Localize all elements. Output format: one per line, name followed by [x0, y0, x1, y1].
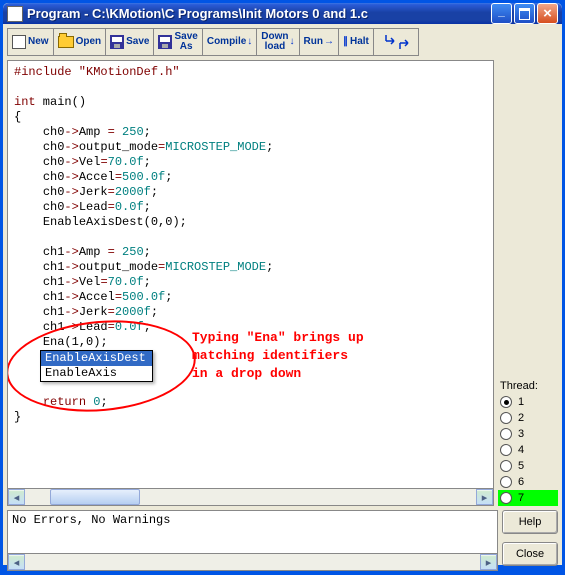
save-icon — [110, 35, 124, 49]
code-line — [14, 80, 489, 95]
save-label: Save — [126, 37, 149, 47]
radio-icon — [500, 460, 512, 472]
thread-number: 6 — [518, 476, 524, 488]
code-line: ch0->Accel=500.0f; — [14, 170, 489, 185]
bottom-row: ◂ ▸ Help Close — [7, 510, 558, 571]
run-label: Run — [304, 37, 323, 47]
save-as-button[interactable]: SaveAs — [154, 28, 202, 56]
maximize-button[interactable] — [514, 3, 535, 24]
radio-icon — [500, 444, 512, 456]
step-button[interactable] — [374, 28, 419, 56]
thread-option-6[interactable]: 6 — [498, 474, 558, 490]
autocomplete-item[interactable]: EnableAxis — [41, 366, 152, 381]
client-area: New Open Save SaveAs Compile Dow — [3, 24, 562, 575]
thread-number: 7 — [518, 492, 524, 504]
download-button[interactable]: Download — [257, 28, 299, 56]
halt-button[interactable]: Halt — [339, 28, 374, 56]
code-line: ch1->Vel=70.0f; — [14, 275, 489, 290]
code-line: ch0->Amp = 250; — [14, 125, 489, 140]
side-button-column: Help Close — [502, 510, 558, 571]
save-button[interactable]: Save — [106, 28, 154, 56]
code-editor[interactable]: #include "KMotionDef.h" int main(){ ch0-… — [7, 60, 494, 489]
thread-panel: Thread: 1 2 3 4 5 6 7 — [498, 60, 558, 506]
code-line: ch1->Jerk=2000f; — [14, 305, 489, 320]
save-as-label: SaveAs — [174, 32, 197, 52]
main-split: #include "KMotionDef.h" int main(){ ch0-… — [7, 60, 558, 506]
code-line: return 0; — [14, 395, 489, 410]
thread-number: 4 — [518, 444, 524, 456]
autocomplete-popup[interactable]: EnableAxisDestEnableAxis — [40, 350, 153, 382]
toolbar: New Open Save SaveAs Compile Dow — [7, 28, 558, 56]
annotation-text: Typing "Ena" brings up matching identifi… — [192, 329, 364, 383]
code-line: ch1->output_mode=MICROSTEP_MODE; — [14, 260, 489, 275]
code-line: ch0->output_mode=MICROSTEP_MODE; — [14, 140, 489, 155]
open-label: Open — [76, 37, 102, 47]
thread-option-7[interactable]: 7 — [498, 490, 558, 506]
thread-number: 5 — [518, 460, 524, 472]
window-title: Program - C:\KMotion\C Programs\Init Mot… — [27, 6, 491, 21]
folder-open-icon — [58, 36, 74, 48]
radio-icon — [500, 396, 512, 408]
radio-icon — [500, 492, 512, 504]
run-button[interactable]: Run — [300, 28, 339, 56]
help-button[interactable]: Help — [502, 510, 558, 534]
step-icon — [382, 33, 410, 51]
close-panel-button[interactable]: Close — [502, 542, 558, 566]
code-line: #include "KMotionDef.h" — [14, 65, 489, 80]
code-line: ch0->Jerk=2000f; — [14, 185, 489, 200]
halt-label: Halt — [343, 37, 369, 47]
code-line: ch0->Lead=0.0f; — [14, 200, 489, 215]
scroll-left-button[interactable]: ◂ — [8, 489, 25, 505]
close-button[interactable] — [537, 3, 558, 24]
thread-number: 2 — [518, 412, 524, 424]
thread-number: 3 — [518, 428, 524, 440]
compile-label: Compile — [207, 37, 246, 47]
download-label: Download — [261, 32, 288, 52]
code-line: ch0->Vel=70.0f; — [14, 155, 489, 170]
output-panel: ◂ ▸ — [7, 510, 498, 571]
code-line: ch1->Accel=500.0f; — [14, 290, 489, 305]
new-file-icon — [12, 35, 26, 49]
thread-number: 1 — [518, 396, 524, 408]
compile-button[interactable]: Compile — [203, 28, 257, 56]
thread-option-4[interactable]: 4 — [498, 442, 558, 458]
code-line: EnableAxisDest(0,0); — [14, 215, 489, 230]
autocomplete-item[interactable]: EnableAxisDest — [41, 351, 152, 366]
app-icon — [7, 6, 23, 22]
scroll-right-button[interactable]: ▸ — [476, 489, 493, 505]
thread-option-2[interactable]: 2 — [498, 410, 558, 426]
code-line: ch1->Amp = 250; — [14, 245, 489, 260]
title-bar[interactable]: Program - C:\KMotion\C Programs\Init Mot… — [3, 3, 562, 24]
minimize-button[interactable] — [491, 3, 512, 24]
radio-icon — [500, 476, 512, 488]
program-window: Program - C:\KMotion\C Programs\Init Mot… — [0, 0, 565, 568]
scroll-thumb[interactable] — [50, 489, 140, 505]
code-line: } — [14, 410, 489, 425]
code-line: int main() — [14, 95, 489, 110]
thread-label: Thread: — [498, 380, 558, 392]
new-button[interactable]: New — [7, 28, 54, 56]
scroll-track[interactable] — [25, 489, 476, 505]
thread-option-3[interactable]: 3 — [498, 426, 558, 442]
output-hscrollbar[interactable]: ◂ ▸ — [7, 554, 498, 571]
radio-icon — [500, 412, 512, 424]
editor-container: #include "KMotionDef.h" int main(){ ch0-… — [7, 60, 494, 506]
radio-icon — [500, 428, 512, 440]
window-controls — [491, 3, 558, 24]
output-text[interactable] — [7, 510, 498, 554]
new-label: New — [28, 37, 49, 47]
thread-option-1[interactable]: 1 — [498, 394, 558, 410]
save-icon — [158, 35, 172, 49]
open-button[interactable]: Open — [54, 28, 107, 56]
code-line — [14, 230, 489, 245]
code-line: { — [14, 110, 489, 125]
thread-option-5[interactable]: 5 — [498, 458, 558, 474]
editor-hscrollbar[interactable]: ◂ ▸ — [7, 489, 494, 506]
